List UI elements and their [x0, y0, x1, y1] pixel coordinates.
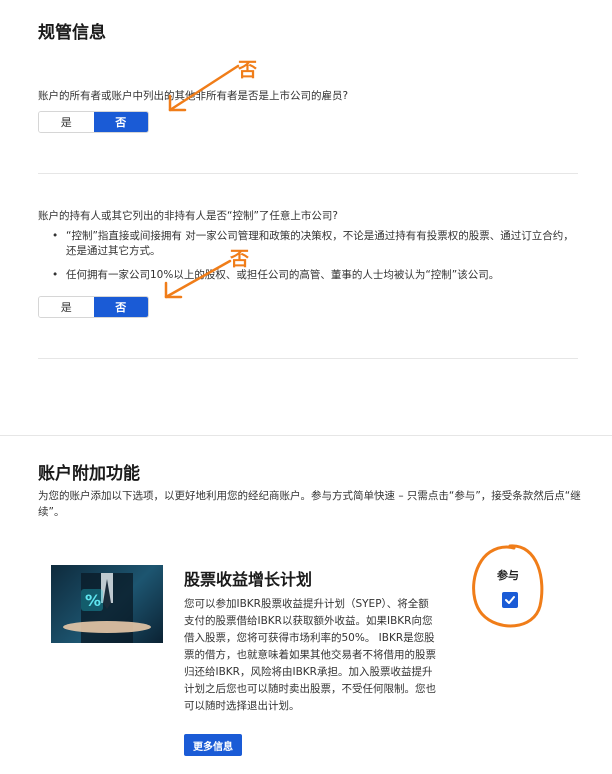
section-divider [0, 435, 612, 436]
divider [38, 358, 578, 359]
participate-checkbox[interactable] [502, 592, 518, 608]
annotation-circle-icon [472, 544, 544, 628]
question-control-text: 账户的持有人或其它列出的非持有人是否“控制”了任意上市公司? [38, 210, 338, 222]
no-option[interactable]: 否 [93, 297, 148, 317]
product-title: 股票收益增长计划 [184, 570, 313, 589]
question-employee-toggle: 是 否 [38, 111, 149, 133]
annotation-arrow-icon [168, 64, 240, 112]
question-control-toggle: 是 否 [38, 296, 149, 318]
businessman-percent-icon [63, 573, 151, 643]
addons-description: 为您的账户添加以下选项，以更好地利用您的经纪商账户。参与方式简单快速 – 只需点… [38, 490, 581, 518]
more-info-button[interactable]: 更多信息 [184, 734, 242, 756]
yes-option[interactable]: 是 [39, 112, 94, 132]
product-image: % [51, 565, 163, 643]
divider [38, 173, 578, 174]
yes-option[interactable]: 是 [39, 297, 94, 317]
percent-glyph: % [84, 590, 102, 610]
participate-label: 参与 [497, 569, 519, 582]
list-item: 任何拥有一家公司10%以上的股权、或担任公司的高管、董事的人士均被认为“控制”该… [52, 268, 582, 283]
list-item: “控制”指直接或间接拥有 对一家公司管理和政策的决策权，不论是通过持有有投票权的… [52, 229, 582, 259]
annotation-label: 否 [238, 59, 258, 81]
regulatory-section-title: 规管信息 [38, 23, 106, 43]
checkmark-icon [505, 596, 515, 604]
annotation-label: 否 [230, 248, 250, 270]
control-definition-list: “控制”指直接或间接拥有 对一家公司管理和政策的决策权，不论是通过持有有投票权的… [52, 229, 582, 292]
product-description: 您可以参加IBKR股票收益提升计划（SYEP）、将全额支付的股票借给IBKR以获… [184, 598, 436, 712]
addons-section-title: 账户附加功能 [38, 464, 140, 484]
no-option[interactable]: 否 [93, 112, 148, 132]
